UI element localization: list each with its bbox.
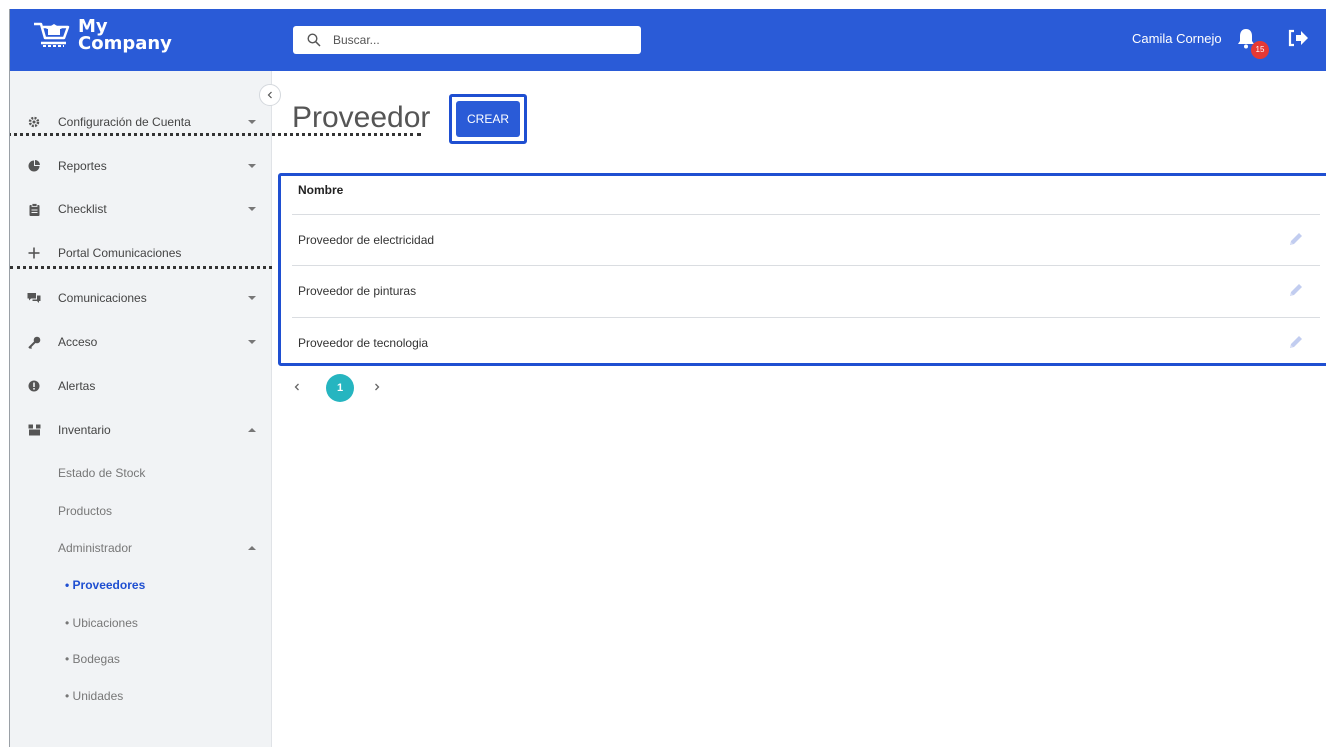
column-header-nombre[interactable]: Nombre — [298, 183, 343, 197]
sidebar-item-label: Comunicaciones — [58, 291, 147, 305]
table-row[interactable]: Proveedor de electricidad — [292, 214, 1320, 265]
sidebar-item-label: Portal Comunicaciones — [58, 246, 182, 260]
chevron-down-icon — [248, 296, 256, 300]
sidebar-item-inventario[interactable]: Inventario — [10, 415, 272, 445]
logout-icon[interactable] — [1287, 29, 1309, 47]
cart-logo-icon — [34, 22, 70, 47]
table-row[interactable]: Proveedor de pinturas — [292, 265, 1320, 316]
page-title: Proveedor — [292, 101, 431, 134]
sidebar-subitem-unidades[interactable]: • Unidades — [10, 681, 272, 711]
sidebar-subitem-label: • Unidades — [65, 689, 124, 703]
sidebar: Configuración de Cuenta Reportes Checkli… — [10, 71, 272, 747]
sidebar-item-checklist[interactable]: Checklist — [10, 194, 272, 224]
key-icon — [27, 335, 41, 349]
notification-badge: 15 — [1251, 41, 1269, 59]
sidebar-subitem-label: Productos — [58, 504, 113, 518]
pencil-icon[interactable] — [1288, 282, 1304, 298]
sidebar-item-label: Configuración de Cuenta — [58, 115, 191, 129]
chevron-left-icon[interactable] — [292, 381, 302, 393]
dotted-guide-line — [10, 133, 421, 136]
sidebar-subitem-productos[interactable]: Productos — [10, 496, 272, 526]
chevron-up-icon — [248, 428, 256, 432]
search-box[interactable] — [293, 26, 641, 54]
chevron-right-icon[interactable] — [372, 381, 382, 393]
sidebar-item-alertas[interactable]: Alertas — [10, 371, 272, 401]
collapse-sidebar-button[interactable] — [259, 84, 281, 106]
table-row[interactable]: Proveedor de tecnologia — [292, 317, 1320, 368]
pencil-icon[interactable] — [1288, 334, 1304, 350]
table-cell: Proveedor de pinturas — [298, 284, 417, 298]
sidebar-subitem-label: • Bodegas — [65, 652, 120, 666]
sidebar-item-reportes[interactable]: Reportes — [10, 151, 272, 181]
create-button[interactable]: CREAR — [456, 101, 520, 137]
chevron-down-icon — [248, 120, 256, 124]
sidebar-item-label: Acceso — [58, 335, 98, 349]
logo-line-2: Company — [78, 33, 172, 54]
sidebar-subitem-label: • Proveedores — [65, 578, 146, 592]
sidebar-subitem-label: • Ubicaciones — [65, 616, 138, 630]
page-number-button[interactable]: 1 — [326, 374, 354, 402]
sidebar-subitem-label: Administrador — [58, 541, 133, 555]
sidebar-subitem-proveedores[interactable]: • Proveedores — [10, 570, 272, 600]
app-frame: My Company Camila Cornejo 15 — [9, 9, 1326, 747]
sidebar-item-portal-comunicaciones[interactable]: Portal Comunicaciones — [10, 238, 272, 268]
sidebar-subitem-bodegas[interactable]: • Bodegas — [10, 644, 272, 674]
dotted-guide-line — [10, 266, 272, 269]
company-logo[interactable]: My Company — [32, 18, 172, 54]
sidebar-item-acceso[interactable]: Acceso — [10, 327, 272, 357]
sidebar-subitem-estado-stock[interactable]: Estado de Stock — [10, 458, 272, 488]
chevron-left-icon — [267, 91, 272, 99]
sidebar-item-label: Inventario — [58, 423, 111, 437]
chevron-down-icon — [248, 340, 256, 344]
pencil-icon[interactable] — [1288, 231, 1304, 247]
box-icon — [27, 423, 41, 437]
gear-icon — [27, 115, 41, 129]
chevron-up-icon — [248, 546, 256, 550]
search-icon — [307, 33, 321, 47]
sidebar-item-label: Checklist — [58, 202, 107, 216]
search-input[interactable] — [333, 33, 623, 47]
sidebar-subitem-ubicaciones[interactable]: • Ubicaciones — [10, 608, 272, 638]
sidebar-item-label: Reportes — [58, 159, 107, 173]
logo-text: My Company — [78, 18, 172, 54]
alert-icon — [27, 379, 41, 393]
plus-icon — [27, 246, 41, 260]
chat-icon — [27, 291, 41, 305]
sidebar-subitem-label: Estado de Stock — [58, 466, 146, 480]
table-cell: Proveedor de tecnologia — [298, 336, 429, 350]
pie-chart-icon — [27, 159, 41, 173]
sidebar-item-comunicaciones[interactable]: Comunicaciones — [10, 283, 272, 313]
top-bar: My Company Camila Cornejo 15 — [10, 9, 1326, 71]
chevron-down-icon — [248, 164, 256, 168]
sidebar-subitem-administrador[interactable]: Administrador — [10, 533, 272, 563]
clipboard-icon — [27, 202, 41, 216]
user-name[interactable]: Camila Cornejo — [1132, 31, 1222, 46]
table-cell: Proveedor de electricidad — [298, 233, 435, 247]
chevron-down-icon — [248, 207, 256, 211]
sidebar-item-label: Alertas — [58, 379, 96, 393]
